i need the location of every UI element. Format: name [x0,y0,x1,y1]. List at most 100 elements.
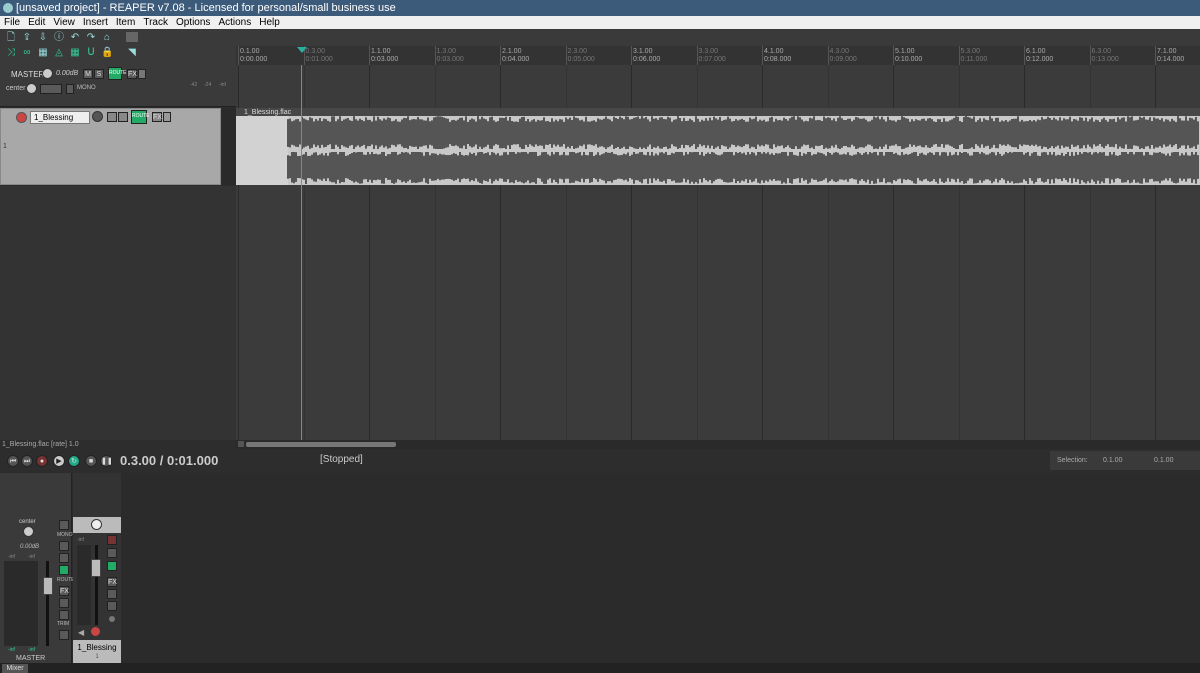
mixer-track-pan-knob[interactable] [91,519,102,530]
mixer-track-name: 1_Blessing [77,643,117,652]
ruler-label: 5.3.00 0:11.000 [961,48,988,64]
track-name-field[interactable]: 1_Blessing [30,111,90,124]
selection-end[interactable]: 0.1.00 [1154,451,1173,470]
ruler-region-strip[interactable] [236,29,1200,46]
mixer-master-env-button[interactable] [59,565,69,575]
scroll-left-icon[interactable] [238,441,244,447]
mixer-track-solo-button[interactable] [107,548,117,558]
record-arm-button[interactable] [16,112,27,123]
mixer-tab[interactable]: Mixer [2,664,28,673]
grid-icon[interactable]: ▦ [37,47,49,59]
mixer-master-info-icon[interactable] [59,630,69,640]
mixer-track-fx-button[interactable]: FX [107,577,117,587]
ruler-label: 1.1.00 0:03.000 [371,48,398,64]
waveform-channel-2 [287,150,1199,184]
mixer-master-volume: 0.00dB [20,544,40,550]
menu-item[interactable]: Item [112,16,139,29]
envelope-icon[interactable]: ◬ [53,47,65,59]
metronome-icon[interactable]: ⌂ [101,32,113,44]
menu-actions[interactable]: Actions [214,16,255,29]
go-to-end-button[interactable]: ⏭ [21,455,33,467]
loop-icon[interactable]: ∞ [21,47,33,59]
master-volume-knob[interactable] [42,68,53,79]
track-volume-knob[interactable] [92,111,103,122]
ruler-tick [434,46,436,65]
magnet-icon[interactable]: Ս [85,47,97,59]
ruler-bar-label: 3.3.00 [698,48,718,55]
selection-start[interactable]: 0.1.00 [1103,451,1122,470]
lock-icon[interactable]: 🔒 [101,47,113,59]
envelope-tool-icon[interactable]: ◥ [126,47,138,59]
master-fx-button[interactable]: FX [127,69,137,79]
mixer-master-fx-bypass[interactable] [59,598,69,608]
master-fx-bypass-button[interactable] [138,69,146,79]
save-project-icon[interactable]: ⇩ [37,32,49,44]
menu-help[interactable]: Help [255,16,284,29]
mixer-track-fx-bypass[interactable] [107,589,117,599]
mixer-track-env-button[interactable] [107,561,117,571]
track-fx-bypass-button[interactable] [163,112,171,122]
master-pan-knob[interactable] [26,83,37,94]
menu-edit[interactable]: Edit [24,16,49,29]
master-mute-button[interactable]: M [83,69,93,79]
title-bar: [unsaved project] - REAPER v7.08 - Licen… [0,0,1200,16]
track-solo-button[interactable] [118,112,128,122]
mixer-master-solo-button[interactable] [59,553,69,563]
mixer-master-mono-toggle[interactable] [59,520,69,530]
menu-file[interactable]: File [0,16,24,29]
mixer-master-fader[interactable] [43,577,53,595]
menu-view[interactable]: View [49,16,79,29]
mixer-master-mute-button[interactable] [59,541,69,551]
repeat-button[interactable]: ↻ [68,455,80,467]
master-solo-button[interactable]: S [94,69,104,79]
snap-icon[interactable]: ▦ [69,47,81,59]
mixer-track-phase-icon[interactable] [108,615,116,623]
mixer-track-io-button[interactable] [107,601,117,611]
media-item[interactable] [236,116,1200,185]
stop-button[interactable]: ■ [85,455,97,467]
mixer-track-name-area[interactable]: 1_Blessing 1 [73,640,121,663]
track-fx-button[interactable]: FX [152,112,162,122]
mixer-master-phase-button[interactable] [59,610,69,620]
go-to-start-button[interactable]: ⏮ [7,455,19,467]
horizontal-scrollbar[interactable] [236,440,1200,449]
mixer-master-fx-button[interactable]: FX [59,586,69,596]
mixer-track-strip: -inf FX ◀ 1_Blessing 1 [73,473,121,663]
ruler-time-label: 0:05.000 [567,56,595,63]
menu-insert[interactable]: Insert [79,16,112,29]
mixer-track-fader-track [95,545,98,625]
open-project-icon[interactable]: ⇪ [21,32,33,44]
undo-icon[interactable]: ↶ [69,32,81,44]
record-button[interactable]: ● [36,455,48,467]
track-route-button[interactable]: ROUTE [131,110,150,124]
mixer-track-fader[interactable] [91,559,101,577]
mixer-track-record-arm[interactable] [90,626,101,637]
scrollbar-thumb[interactable] [246,442,396,447]
redo-icon[interactable]: ↷ [85,32,97,44]
master-env-button[interactable] [40,84,62,94]
master-mono-toggle[interactable] [66,84,74,94]
track-header[interactable]: 1 1_Blessing ROUTE FX [0,108,221,185]
playhead-marker[interactable] [297,47,307,53]
master-route-button[interactable]: ROUTE [108,67,127,80]
mixer-master-route-label[interactable]: ROUTE [57,577,75,583]
play-button[interactable]: ▶ [53,455,65,467]
ruler-label: 5.1.00 0:10.000 [895,48,922,64]
track-mute-button[interactable] [107,112,117,122]
menu-track[interactable]: Track [139,16,172,29]
project-settings-icon[interactable]: ⓘ [53,32,65,44]
pause-button[interactable]: ❚❚ [100,455,113,467]
mixer-master-pan-knob[interactable] [23,526,34,537]
snap-grid-icon[interactable] [126,32,138,42]
mixer-track-mute-button[interactable] [107,535,117,545]
new-project-icon[interactable]: 🗋 [5,32,17,44]
menu-options[interactable]: Options [172,16,214,29]
main-toolbar: 🗋 ⇪ ⇩ ⓘ ↶ ↷ ⌂ ⤨ ∞ ▦ ◬ ▦ Ս 🔒 ◥ [0,29,236,65]
mixer-master-trim-label[interactable]: TRIM [57,621,69,627]
timeline-ruler[interactable]: 0.1.00 0:00.000 0.3.00 0:01.000 1.1.00 0:03.0… [236,46,1200,65]
track-panel-empty-area[interactable] [0,186,236,440]
mixer-master-name: MASTER [16,655,46,662]
mixer-track-speaker-icon[interactable]: ◀ [78,628,84,637]
arrange-view[interactable]: 1_Blessing.flac [236,65,1200,440]
ripple-icon[interactable]: ⤨ [5,47,17,59]
